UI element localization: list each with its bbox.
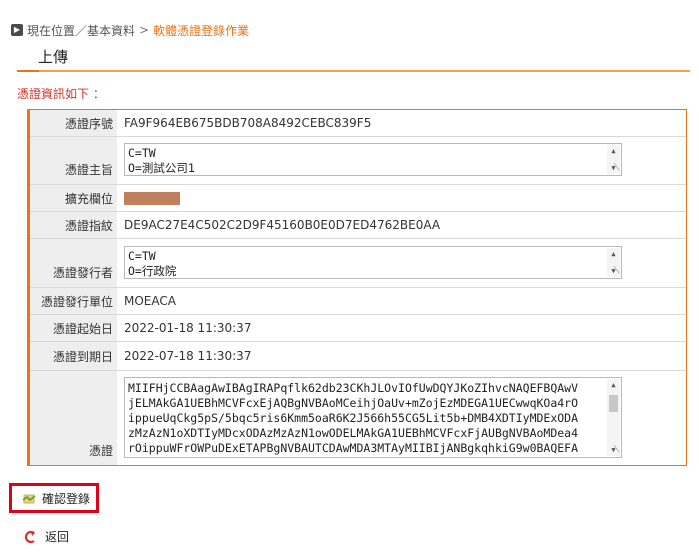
subject-row: 憑證主旨 C=TW O=測試公司1 ▲ ▼ ⃥ (30, 137, 686, 185)
page-title: 上傳 (38, 48, 69, 66)
back-link[interactable]: 返回 (22, 528, 69, 545)
resize-grip-icon[interactable]: ⃥ (609, 445, 620, 456)
start-date-label: 憑證起始日 (30, 315, 117, 341)
extension-value (124, 185, 680, 211)
end-date-label: 憑證到期日 (30, 342, 117, 370)
end-date-row: 憑證到期日 2022-07-18 11:30:37 (30, 342, 686, 371)
certificate-line: jELMAkGA1UEBhMCVFcxEjAQBgNVBAoMCeihjOaUv… (128, 396, 579, 410)
resize-grip-icon[interactable]: ⃥ (609, 266, 620, 277)
breadcrumb-separator: ／ (75, 23, 88, 38)
issuer-line: O=行政院 (128, 264, 177, 278)
fingerprint-value: DE9AC27E4C502C2D9F45160B0E0D7ED4762BE0AA (124, 218, 441, 232)
certificate-line: rOippuWFrOWPuDExETAPBgNVBAUTCDAwMDA3MTAy… (128, 441, 579, 455)
breadcrumb: ▶ 現在位置 ／ 基本資料 > 軟體憑證登錄作業 (11, 22, 249, 38)
back-label: 返回 (45, 530, 70, 544)
start-date-row: 憑證起始日 2022-01-18 11:30:37 (30, 315, 686, 342)
certificate-textarea[interactable]: MIIFHjCCBAagAwIBAgIRAPqflk62db23CKhJLOvI… (124, 377, 622, 458)
end-date-value: 2022-07-18 11:30:37 (124, 349, 252, 363)
issuer-unit-label: 憑證發行單位 (30, 288, 117, 314)
serial-label: 憑證序號 (30, 110, 117, 136)
fingerprint-label: 憑證指紋 (30, 212, 117, 238)
certificate-info-form: 憑證序號 FA9F964EB675BDB708A8492CEBC839F5 憑證… (27, 109, 687, 466)
confirm-register-label: 確認登錄 (42, 491, 91, 506)
scroll-up-icon[interactable]: ▲ (607, 248, 620, 260)
subject-line: C=TW (128, 146, 156, 160)
issuer-row: 憑證發行者 C=TW O=行政院 ▲ ▼ ⃥ (30, 239, 686, 288)
confirm-icon (22, 494, 36, 504)
breadcrumb-current: 軟體憑證登錄作業 (153, 23, 250, 38)
certificate-line: ippueUqCkg5pS/5bqc5ris6Kmm5oaR6K2J566h55… (128, 411, 579, 425)
certificate-label: 憑證 (30, 371, 117, 465)
certificate-line: zMzAzN1oXDTIyMDcxODAzMzAzN1owODELMAkGA1U… (128, 426, 579, 440)
issuer-unit-row: 憑證發行單位 MOEACA (30, 288, 686, 315)
fingerprint-row: 憑證指紋 DE9AC27E4C502C2D9F45160B0E0D7ED4762… (30, 212, 686, 239)
certificate-line: MIIFHjCCBAagAwIBAgIRAPqflk62db23CKhJLOvI… (128, 381, 579, 395)
issuer-label: 憑證發行者 (30, 239, 117, 287)
subject-label: 憑證主旨 (30, 137, 117, 184)
issuer-textarea[interactable]: C=TW O=行政院 ▲ ▼ ⃥ (124, 246, 622, 279)
scroll-thumb[interactable] (609, 395, 618, 412)
resize-grip-icon[interactable]: ⃥ (609, 163, 620, 174)
issuer-unit-value: MOEACA (124, 294, 176, 308)
scroll-up-icon[interactable]: ▲ (607, 379, 620, 391)
breadcrumb-separator: > (139, 23, 150, 37)
arrow-right-icon: ▶ (11, 24, 23, 36)
serial-value: FA9F964EB675BDB708A8492CEBC839F5 (124, 116, 372, 130)
subject-textarea[interactable]: C=TW O=測試公司1 ▲ ▼ ⃥ (124, 143, 622, 176)
extension-row: 擴充欄位 (30, 185, 686, 212)
title-underline (17, 70, 690, 72)
scroll-up-icon[interactable]: ▲ (607, 145, 620, 157)
serial-row: 憑證序號 FA9F964EB675BDB708A8492CEBC839F5 (30, 110, 686, 137)
breadcrumb-item: 現在位置 (27, 23, 76, 38)
certificate-row: 憑證 MIIFHjCCBAagAwIBAgIRAPqflk62db23CKhJL… (30, 371, 686, 465)
section-label: 憑證資訊如下 ： (17, 87, 105, 101)
extension-label: 擴充欄位 (30, 185, 117, 211)
back-arrow-icon (24, 530, 35, 543)
confirm-register-button[interactable]: 確認登錄 (9, 483, 99, 513)
breadcrumb-item: 基本資料 (87, 23, 136, 38)
issuer-line: C=TW (128, 249, 156, 263)
subject-line: O=測試公司1 (128, 161, 195, 175)
start-date-value: 2022-01-18 11:30:37 (124, 321, 252, 335)
redacted-block (124, 191, 180, 205)
